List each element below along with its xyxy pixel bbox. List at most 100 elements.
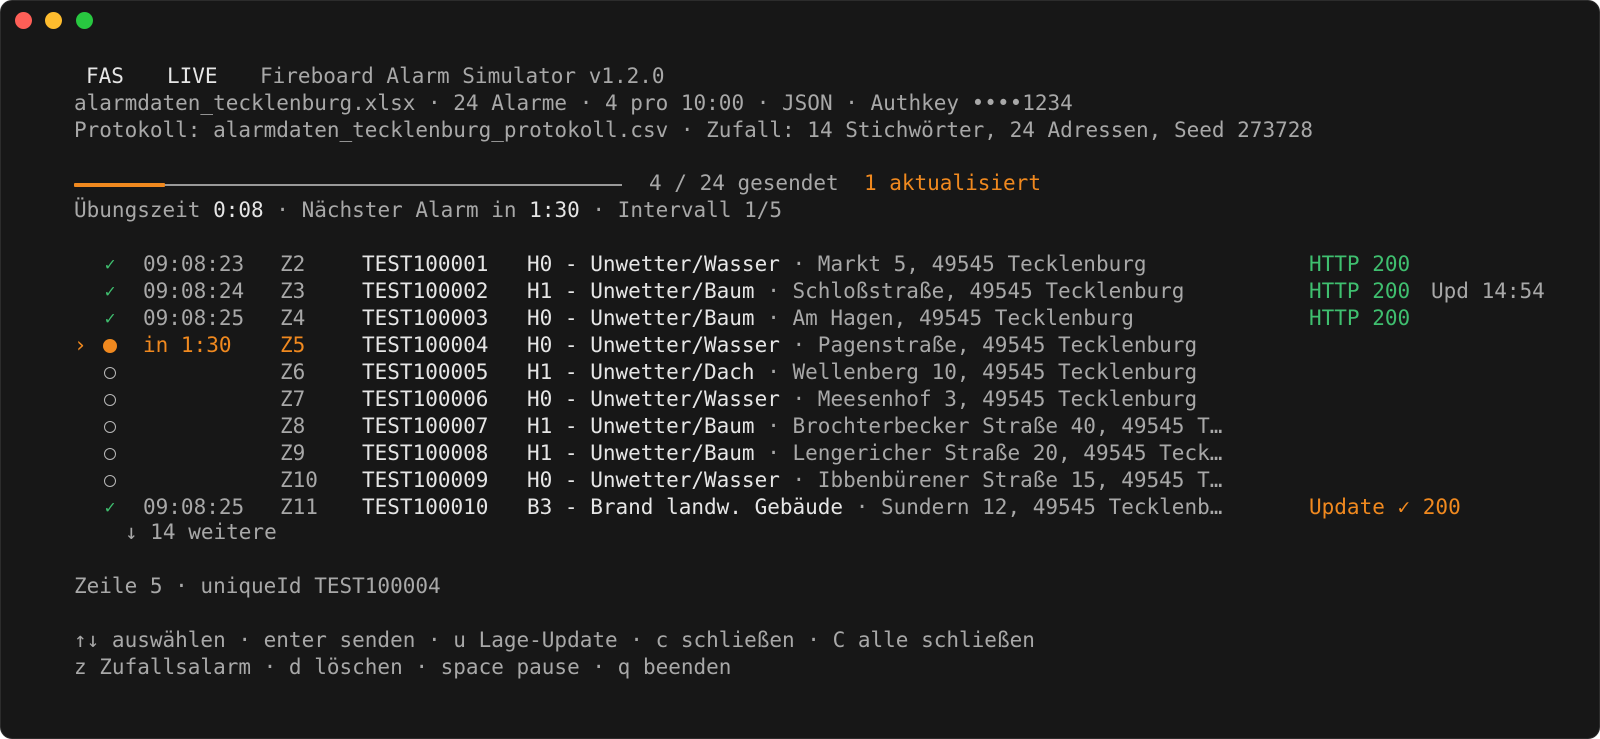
alarm-zone: Z3 xyxy=(280,279,306,303)
alarm-address: · Lengericher Straße 20, 49545 Teck… xyxy=(754,441,1223,465)
alarm-keyword: H1 - Unwetter/Baum · Brochterbecker Stra… xyxy=(527,414,1223,438)
selection-marker xyxy=(74,440,92,467)
alarm-row[interactable]: Z7 TEST100006 H0 - Unwetter/Wasser · Meese… xyxy=(74,386,1574,413)
filled-dot-icon xyxy=(100,332,120,359)
selection-marker xyxy=(74,494,92,521)
alarm-status: HTTP 200 xyxy=(1309,306,1411,330)
alarm-unique-id: TEST100009 xyxy=(362,468,489,492)
mode-badge: LIVE xyxy=(167,64,218,88)
alarm-row[interactable]: ✓ 09:08:23 Z2 TEST100001 H0 - Unwetter/Wasse… xyxy=(74,251,1574,278)
alarm-status: HTTP 200 xyxy=(1309,279,1411,303)
selection-marker xyxy=(74,251,92,278)
app-title: Fireboard Alarm Simulator v1.2.0 xyxy=(260,64,665,88)
help-line-1: ↑↓ auswählen · enter senden · u Lage-Upd… xyxy=(74,628,1035,652)
exercise-time-value: 0:08 xyxy=(213,198,264,222)
alarm-row[interactable]: › in 1:30 Z5 TEST100004 H0 - Unwetter/Wasser… xyxy=(74,332,1574,359)
alarm-zone: Z2 xyxy=(280,252,306,276)
alarm-zone: Z6 xyxy=(280,360,306,384)
alarm-zone: Z8 xyxy=(280,414,306,438)
selection-marker xyxy=(74,413,92,440)
progress-text: 4 / 24 gesendet 1 aktualisiert xyxy=(649,170,1041,197)
alarm-time: in 1:30 xyxy=(143,333,232,357)
updated-count: 1 aktualisiert xyxy=(863,171,1041,195)
alarm-status: HTTP 200 xyxy=(1309,252,1411,276)
alarm-keyword: H0 - Unwetter/Wasser · Meesenhof 3, 4954… xyxy=(527,387,1198,411)
app-badge: FAS xyxy=(86,64,124,88)
alarm-zone: Z5 xyxy=(280,333,306,357)
zoom-window-button[interactable] xyxy=(76,12,93,29)
alarm-row[interactable]: ✓ 09:08:24 Z3 TEST100002 H1 - Unwetter/Baum … xyxy=(74,278,1574,305)
alarm-time: 09:08:25 xyxy=(143,306,245,330)
selection-marker: › xyxy=(74,333,87,357)
alarm-keyword: B3 - Brand landw. Gebäude · Sundern 12, … xyxy=(527,495,1223,519)
timing-line: Übungszeit 0:08 · Nächster Alarm in 1:30… xyxy=(74,197,782,224)
interval-text: · Intervall 1/5 xyxy=(579,198,783,222)
minimize-window-button[interactable] xyxy=(45,12,62,29)
alarm-row[interactable]: Z9 TEST100008 H1 - Unwetter/Baum · Lengeri… xyxy=(74,440,1574,467)
alarm-unique-id: TEST100008 xyxy=(362,441,489,465)
alarm-address: · Schloßstraße, 49545 Tecklenburg xyxy=(754,279,1185,303)
selection-marker xyxy=(74,305,92,332)
alarm-unique-id: TEST100004 xyxy=(362,333,489,357)
alarm-address: · Sundern 12, 49545 Tecklenb… xyxy=(843,495,1223,519)
selection-marker xyxy=(74,359,92,386)
alarm-unique-id: TEST100001 xyxy=(362,252,489,276)
close-window-button[interactable] xyxy=(15,12,32,29)
alarm-update-time: Upd 14:54 xyxy=(1431,279,1545,303)
alarm-unique-id: TEST100007 xyxy=(362,414,489,438)
protocol-line: Protokoll: alarmdaten_tecklenburg_protok… xyxy=(74,118,1314,142)
info-line: alarmdaten_tecklenburg.xlsx · 24 Alarme … xyxy=(74,91,1073,115)
alarm-address: · Meesenhof 3, 49545 Tecklenburg xyxy=(779,387,1198,411)
selection-marker xyxy=(74,278,92,305)
alarm-unique-id: TEST100003 xyxy=(362,306,489,330)
alarm-keyword: H0 - Unwetter/Wasser · Pagenstraße, 4954… xyxy=(527,333,1198,357)
alarm-time: 09:08:25 xyxy=(143,495,245,519)
alarm-keyword: H0 - Unwetter/Baum · Am Hagen, 49545 Tec… xyxy=(527,306,1134,330)
alarm-row[interactable]: ✓ 09:08:25 Z4 TEST100003 H0 - Unwetter/Baum … xyxy=(74,305,1574,332)
selection-marker xyxy=(74,467,92,494)
alarm-address: · Ibbenbürener Straße 15, 49545 T… xyxy=(779,468,1223,492)
alarm-unique-id: TEST100006 xyxy=(362,387,489,411)
alarm-unique-id: TEST100005 xyxy=(362,360,489,384)
check-icon: ✓ xyxy=(104,281,116,302)
alarm-zone: Z10 xyxy=(280,468,318,492)
alarm-keyword: H0 - Unwetter/Wasser · Markt 5, 49545 Te… xyxy=(527,252,1147,276)
alarm-row[interactable]: Z10 TEST100009 H0 - Unwetter/Wasser · Ibbe… xyxy=(74,467,1574,494)
help-line-2: z Zufallsalarm · d löschen · space pause… xyxy=(74,655,732,679)
more-alarms-indicator[interactable]: ↓ 14 weitere xyxy=(125,519,277,546)
alarm-keyword: H1 - Unwetter/Baum · Schloßstraße, 49545… xyxy=(527,279,1185,303)
alarm-keyword: H1 - Unwetter/Dach · Wellenberg 10, 4954… xyxy=(527,360,1198,384)
alarm-address: · Brochterbecker Straße 40, 49545 T… xyxy=(754,414,1223,438)
alarm-zone: Z11 xyxy=(280,495,318,519)
alarm-row[interactable]: ✓ 09:08:25 Z11 TEST100010 B3 - Brand landw. … xyxy=(74,494,1574,521)
next-alarm-label: · Nächster Alarm in xyxy=(263,198,530,222)
alarm-unique-id: TEST100002 xyxy=(362,279,489,303)
empty-circle-icon xyxy=(100,359,120,386)
empty-circle-icon xyxy=(100,467,120,494)
alarm-zone: Z4 xyxy=(280,306,306,330)
alarm-row[interactable]: Z8 TEST100007 H1 - Unwetter/Baum · Brochte… xyxy=(74,413,1574,440)
check-icon: ✓ xyxy=(104,497,116,518)
alarm-address: · Pagenstraße, 49545 Tecklenburg xyxy=(779,333,1198,357)
sent-count: 4 / 24 gesendet xyxy=(649,171,839,195)
alarm-zone: Z9 xyxy=(280,441,306,465)
alarm-keyword: H0 - Unwetter/Wasser · Ibbenbürener Stra… xyxy=(527,468,1223,492)
alarm-row[interactable]: Z6 TEST100005 H1 - Unwetter/Dach · Wellenb… xyxy=(74,359,1574,386)
check-icon: ✓ xyxy=(104,254,116,275)
next-alarm-value: 1:30 xyxy=(529,198,580,222)
alarm-unique-id: TEST100010 xyxy=(362,495,489,519)
alarm-status: Update ✓ 200 xyxy=(1309,495,1461,519)
progress-bar-fill xyxy=(74,183,166,187)
alarm-address: · Am Hagen, 49545 Tecklenburg xyxy=(754,306,1134,330)
terminal-window: FAS LIVE Fireboard Alarm Simulator v1.2.0 … xyxy=(0,0,1600,739)
empty-circle-icon xyxy=(100,413,120,440)
alarm-time: 09:08:24 xyxy=(143,279,245,303)
progress-bar xyxy=(74,183,622,187)
empty-circle-icon xyxy=(100,440,120,467)
alarm-address: · Wellenberg 10, 49545 Tecklenburg xyxy=(754,360,1198,384)
empty-circle-icon xyxy=(100,386,120,413)
exercise-time-label: Übungszeit xyxy=(74,198,214,222)
alarm-keyword: H1 - Unwetter/Baum · Lengericher Straße … xyxy=(527,441,1223,465)
selection-info: Zeile 5 · uniqueId TEST100004 xyxy=(74,574,441,598)
selection-marker xyxy=(74,386,92,413)
